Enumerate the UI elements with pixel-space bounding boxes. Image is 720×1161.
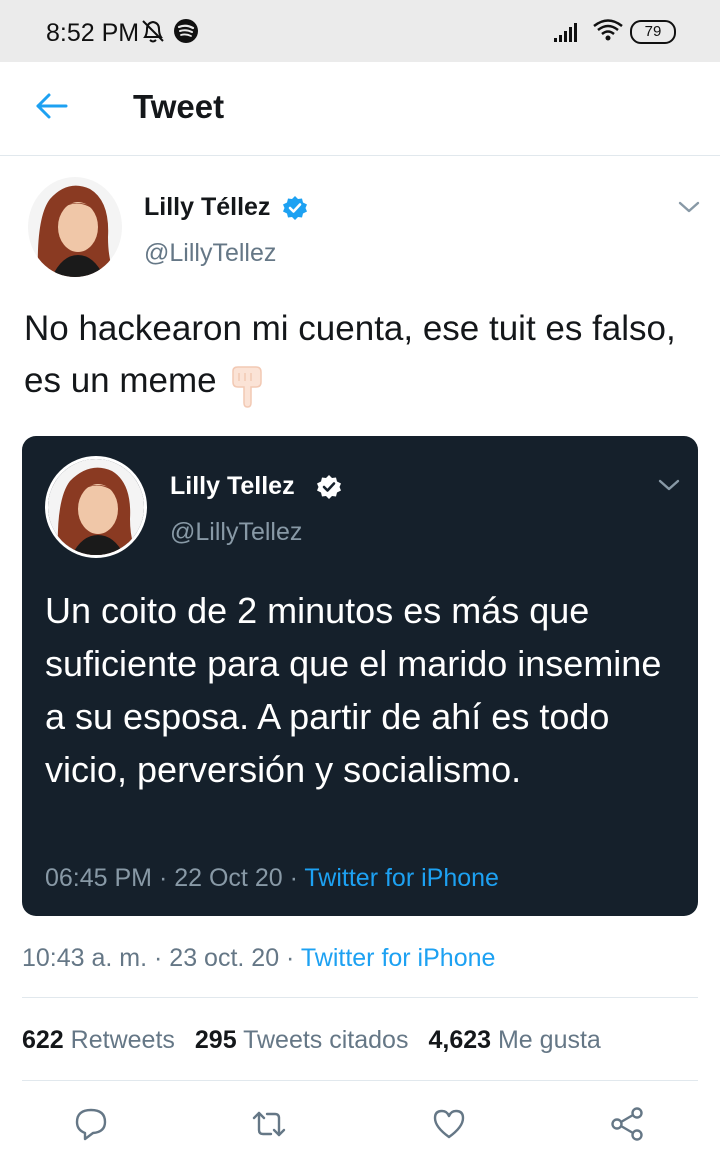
tweet-meta: 10:43 a. m. · 23 oct. 20 · Twitter for i… [22,944,496,972]
quoted-tweet-card[interactable]: Lilly Tellez @LillyTellez Un coito de 2 … [22,436,698,916]
chevron-down-icon[interactable] [676,198,702,216]
like-icon[interactable] [431,1106,467,1142]
battery-icon: 79 [630,20,676,44]
quoted-author-name: Lilly Tellez [170,472,295,500]
app-header: Tweet [0,62,720,156]
reply-icon[interactable] [73,1106,109,1142]
divider [22,1080,698,1081]
tweet-text: No hackearon mi cuenta, ese tuit es fals… [24,303,704,408]
quoted-author-avatar [45,456,147,558]
retweets-label: Retweets [70,1026,175,1054]
back-arrow-icon[interactable] [32,86,72,126]
chevron-down-icon [658,479,680,491]
author-handle[interactable]: @LillyTellez [144,239,276,268]
quotes-label: Tweets citados [243,1026,409,1054]
quoted-author-handle: @LillyTellez [170,518,303,546]
tweet-date: 23 oct. 20 [169,944,280,972]
quotes-count: 295 [194,1026,237,1054]
verified-badge-icon [283,196,307,220]
status-bar: 8:52 PM 79 [0,0,720,62]
retweet-icon[interactable] [251,1106,287,1142]
quotes-stat[interactable]: 295 Tweets citados [195,1026,409,1054]
tweet-time: 10:43 a. m. [22,944,148,972]
status-time: 8:52 PM [46,19,140,47]
quoted-tweet-meta: 06:45 PM · 22 Oct 20 · Twitter for iPhon… [45,864,499,892]
tweet-stats: 622 Retweets 295 Tweets citados 4,623 Me g… [22,1026,601,1055]
quoted-time: 06:45 PM [45,864,153,892]
quoted-tweet-text: Un coito de 2 minutos es más que suficie… [45,590,662,790]
pointing-down-emoji-icon [231,366,262,408]
likes-stat[interactable]: 4,623 Me gusta [428,1026,600,1054]
wifi-icon [593,19,623,41]
quoted-source: Twitter for iPhone [304,864,499,892]
author-avatar[interactable] [28,177,122,277]
spotify-icon [174,19,198,43]
likes-label: Me gusta [497,1026,601,1054]
tweet-source-link[interactable]: Twitter for iPhone [301,944,496,972]
likes-count: 4,623 [428,1026,492,1054]
signal-icon [554,23,577,42]
verified-badge-icon [317,475,341,499]
do-not-disturb-icon [142,20,164,43]
retweets-stat[interactable]: 622 Retweets [22,1026,175,1054]
divider [22,997,698,998]
quoted-date: 22 Oct 20 [174,864,283,892]
tweet-body: No hackearon mi cuenta, ese tuit es fals… [24,309,676,400]
page-title: Tweet [133,88,225,125]
author-name[interactable]: Lilly Téllez [144,193,270,222]
share-icon[interactable] [609,1106,645,1142]
retweets-count: 622 [22,1026,64,1054]
